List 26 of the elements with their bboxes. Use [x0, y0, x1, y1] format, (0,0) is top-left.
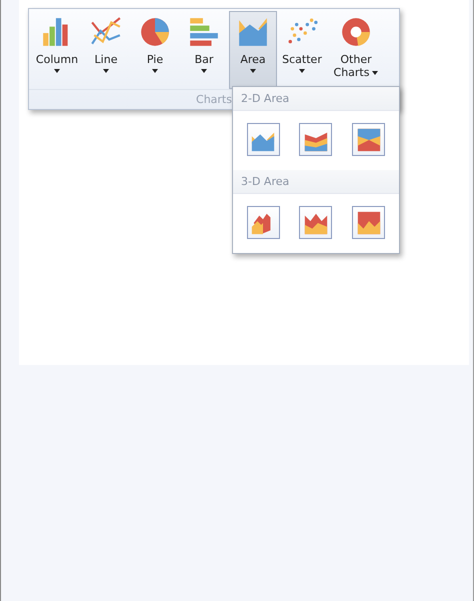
chart-option-button[interactable] — [246, 206, 280, 239]
section-header: 3-D Area — [233, 170, 399, 194]
chart-option-button[interactable] — [246, 123, 280, 156]
full-stacked-area-chart-icon — [356, 126, 382, 152]
chart-option-button[interactable] — [352, 123, 386, 156]
dropdown-arrow-icon — [54, 69, 60, 73]
dropdown-arrow-icon — [299, 69, 305, 73]
chart-type-button[interactable]: Bar — [180, 11, 228, 89]
dropdown-arrow-icon — [201, 69, 207, 73]
chart-option-button[interactable] — [352, 206, 386, 239]
area-chart-icon — [237, 16, 269, 48]
other-chart-icon — [340, 16, 372, 48]
chart-type-button[interactable]: Column — [33, 11, 81, 89]
dropdown-arrow-icon — [103, 69, 109, 73]
bar-chart-icon — [188, 16, 220, 48]
full-stacked3d-area-chart-icon — [356, 210, 382, 236]
dropdown-arrow-icon — [372, 70, 378, 74]
dropdown-arrow-icon — [250, 69, 256, 73]
chart-type-button[interactable]: Area — [229, 11, 277, 89]
chart-type-button[interactable]: Line — [82, 11, 130, 89]
pie-chart-icon — [139, 16, 171, 48]
section-header: 2-D Area — [233, 87, 399, 111]
dropdown-arrow-icon — [152, 69, 158, 73]
chart-option-button[interactable] — [299, 123, 332, 156]
chart-option-button[interactable] — [299, 206, 332, 239]
chart-type-button[interactable]: Pie — [131, 11, 179, 89]
